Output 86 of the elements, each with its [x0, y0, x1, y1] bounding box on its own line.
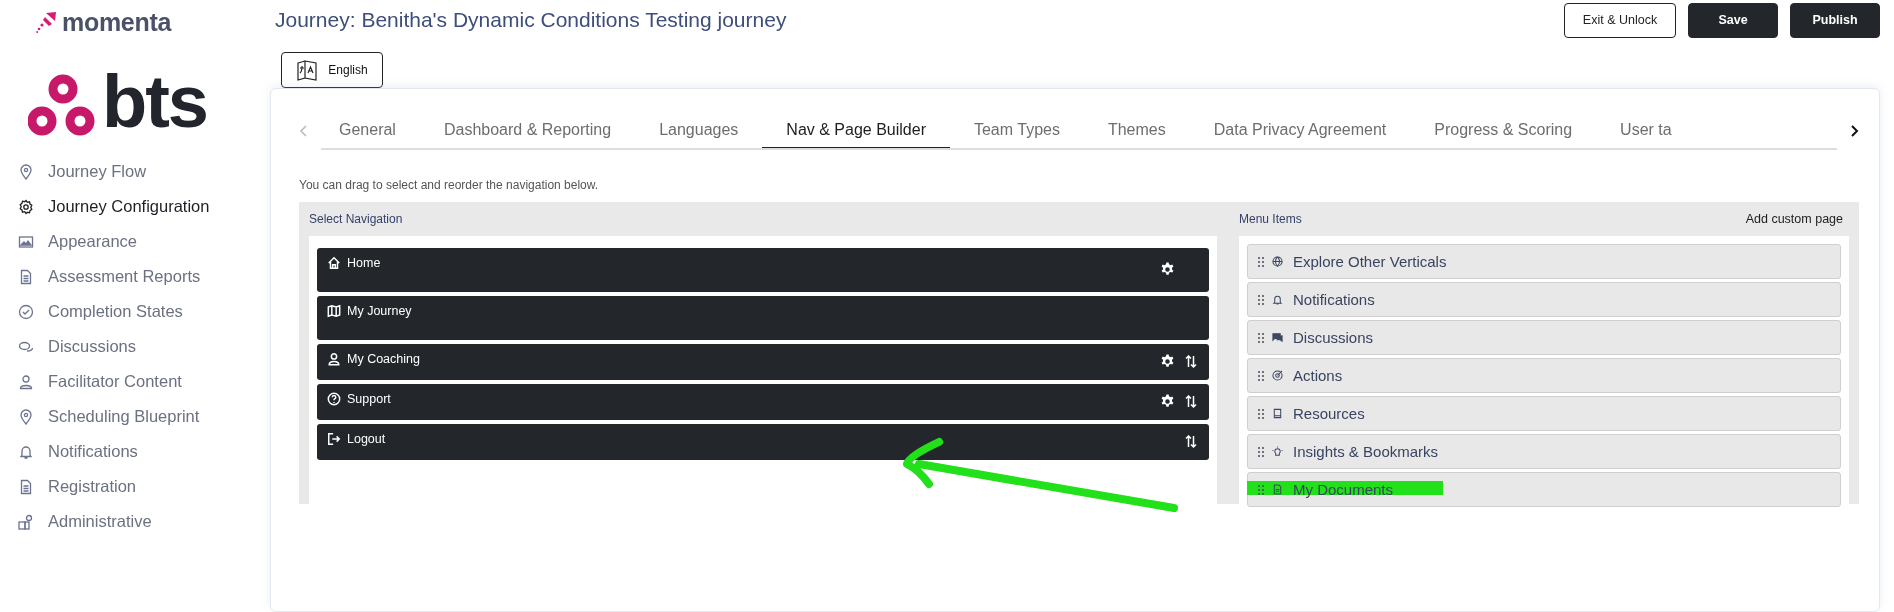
drag-handle-icon[interactable]: [1258, 294, 1264, 305]
settings-icon[interactable]: [1160, 354, 1175, 369]
menu-item[interactable]: Discussions: [1247, 320, 1841, 355]
sidebar-item[interactable]: Notifications: [0, 434, 270, 469]
drag-handle-icon[interactable]: [1258, 408, 1264, 419]
tab[interactable]: User ta: [1596, 111, 1696, 148]
logout-icon: [327, 432, 341, 446]
tab[interactable]: Dashboard & Reporting: [419, 111, 636, 148]
navigation-label: Logout: [347, 432, 386, 446]
scroll-right-icon[interactable]: [1849, 123, 1859, 138]
doc-icon: [1272, 484, 1283, 495]
sidebar-item[interactable]: Registration: [0, 469, 270, 504]
sidebar-item[interactable]: Journey Configuration: [0, 189, 270, 224]
menu-item[interactable]: Actions: [1247, 358, 1841, 393]
bell-icon: [18, 443, 34, 460]
chat-icon: [1272, 332, 1283, 343]
menu-item[interactable]: Resources: [1247, 396, 1841, 431]
tab[interactable]: Team Types: [949, 111, 1084, 148]
instruction-text: You can drag to select and reorder the navigation below.: [299, 178, 600, 192]
tab[interactable]: Data Privacy Agreement: [1189, 111, 1411, 148]
blocks-icon: [18, 513, 34, 530]
gear-icon: [18, 198, 34, 215]
sidebar-item[interactable]: Discussions: [0, 329, 270, 364]
reorder-icon[interactable]: [1185, 394, 1197, 409]
home-icon: [327, 256, 341, 270]
pin-icon: [18, 408, 34, 425]
doc-icon: [18, 478, 34, 495]
translate-icon: [296, 59, 319, 81]
tab[interactable]: General: [321, 111, 420, 148]
language-button[interactable]: English: [281, 52, 383, 88]
sidebar-item[interactable]: Scheduling Blueprint: [0, 399, 270, 434]
navigation-row[interactable]: Support: [317, 384, 1209, 420]
header-button[interactable]: Exit & Unlock: [1564, 2, 1676, 38]
momenta-logo-icon: [36, 11, 58, 33]
menu-item[interactable]: My Documents: [1247, 472, 1841, 507]
section-title: Select Navigation: [309, 212, 403, 226]
navigation-row[interactable]: Home: [317, 248, 1209, 292]
globe-icon: [1272, 256, 1283, 267]
menu-item[interactable]: Notifications: [1247, 282, 1841, 317]
sidebar-item[interactable]: Facilitator Content: [0, 364, 270, 399]
client-logo-text: bts: [102, 69, 207, 136]
header-button[interactable]: Save: [1688, 2, 1778, 38]
tab[interactable]: Languages: [635, 111, 763, 148]
navigation-label: Home: [347, 256, 381, 270]
navigation-row[interactable]: Logout: [317, 424, 1209, 460]
drag-handle-icon[interactable]: [1258, 332, 1264, 343]
drag-handle-icon[interactable]: [1258, 484, 1264, 495]
settings-icon[interactable]: [1160, 394, 1175, 409]
brand-name: momenta: [62, 7, 172, 37]
person-icon: [327, 352, 341, 366]
bell-icon: [1272, 294, 1283, 305]
add-custom-page-link[interactable]: Add custom page: [1745, 212, 1849, 226]
navigation-label: Support: [347, 392, 391, 406]
pin-icon: [18, 163, 34, 180]
drag-handle-icon[interactable]: [1258, 370, 1264, 381]
navigation-row[interactable]: My Journey: [317, 296, 1209, 340]
bulb-icon: [1272, 446, 1283, 457]
header-button[interactable]: Publish: [1790, 2, 1880, 38]
tab[interactable]: Themes: [1083, 111, 1190, 148]
sidebar-item[interactable]: Appearance: [0, 224, 270, 259]
sidebar-item[interactable]: Completion States: [0, 294, 270, 329]
map-icon: [327, 304, 341, 318]
navigation-row[interactable]: My Coaching: [317, 344, 1209, 380]
drag-handle-icon[interactable]: [1258, 256, 1264, 267]
tab[interactable]: Progress & Scoring: [1410, 111, 1597, 148]
sidebar-item[interactable]: Administrative: [0, 504, 270, 539]
reorder-icon[interactable]: [1185, 354, 1197, 369]
doc-icon: [18, 268, 34, 285]
person-icon: [18, 373, 34, 390]
sidebar-item[interactable]: Journey Flow: [0, 154, 270, 189]
navigation-label: My Journey: [347, 304, 412, 318]
tab[interactable]: Nav & Page Builder: [762, 111, 950, 148]
check-icon: [18, 303, 34, 320]
settings-icon[interactable]: [1160, 262, 1175, 277]
menu-item[interactable]: Insights & Bookmarks: [1247, 434, 1841, 469]
sidebar-item[interactable]: Assessment Reports: [0, 259, 270, 294]
reorder-icon[interactable]: [1185, 434, 1197, 449]
drag-handle-icon[interactable]: [1258, 446, 1264, 457]
journey-title: Journey: Benitha's Dynamic Conditions Testing journey: [274, 8, 787, 32]
image-icon: [18, 233, 34, 250]
navigation-label: My Coaching: [347, 352, 420, 366]
section-title: Menu Items: [1239, 212, 1302, 226]
book-icon: [1272, 408, 1283, 419]
target-icon: [1272, 370, 1283, 381]
help-icon: [327, 392, 341, 406]
menu-item[interactable]: Explore Other Verticals: [1247, 244, 1841, 279]
